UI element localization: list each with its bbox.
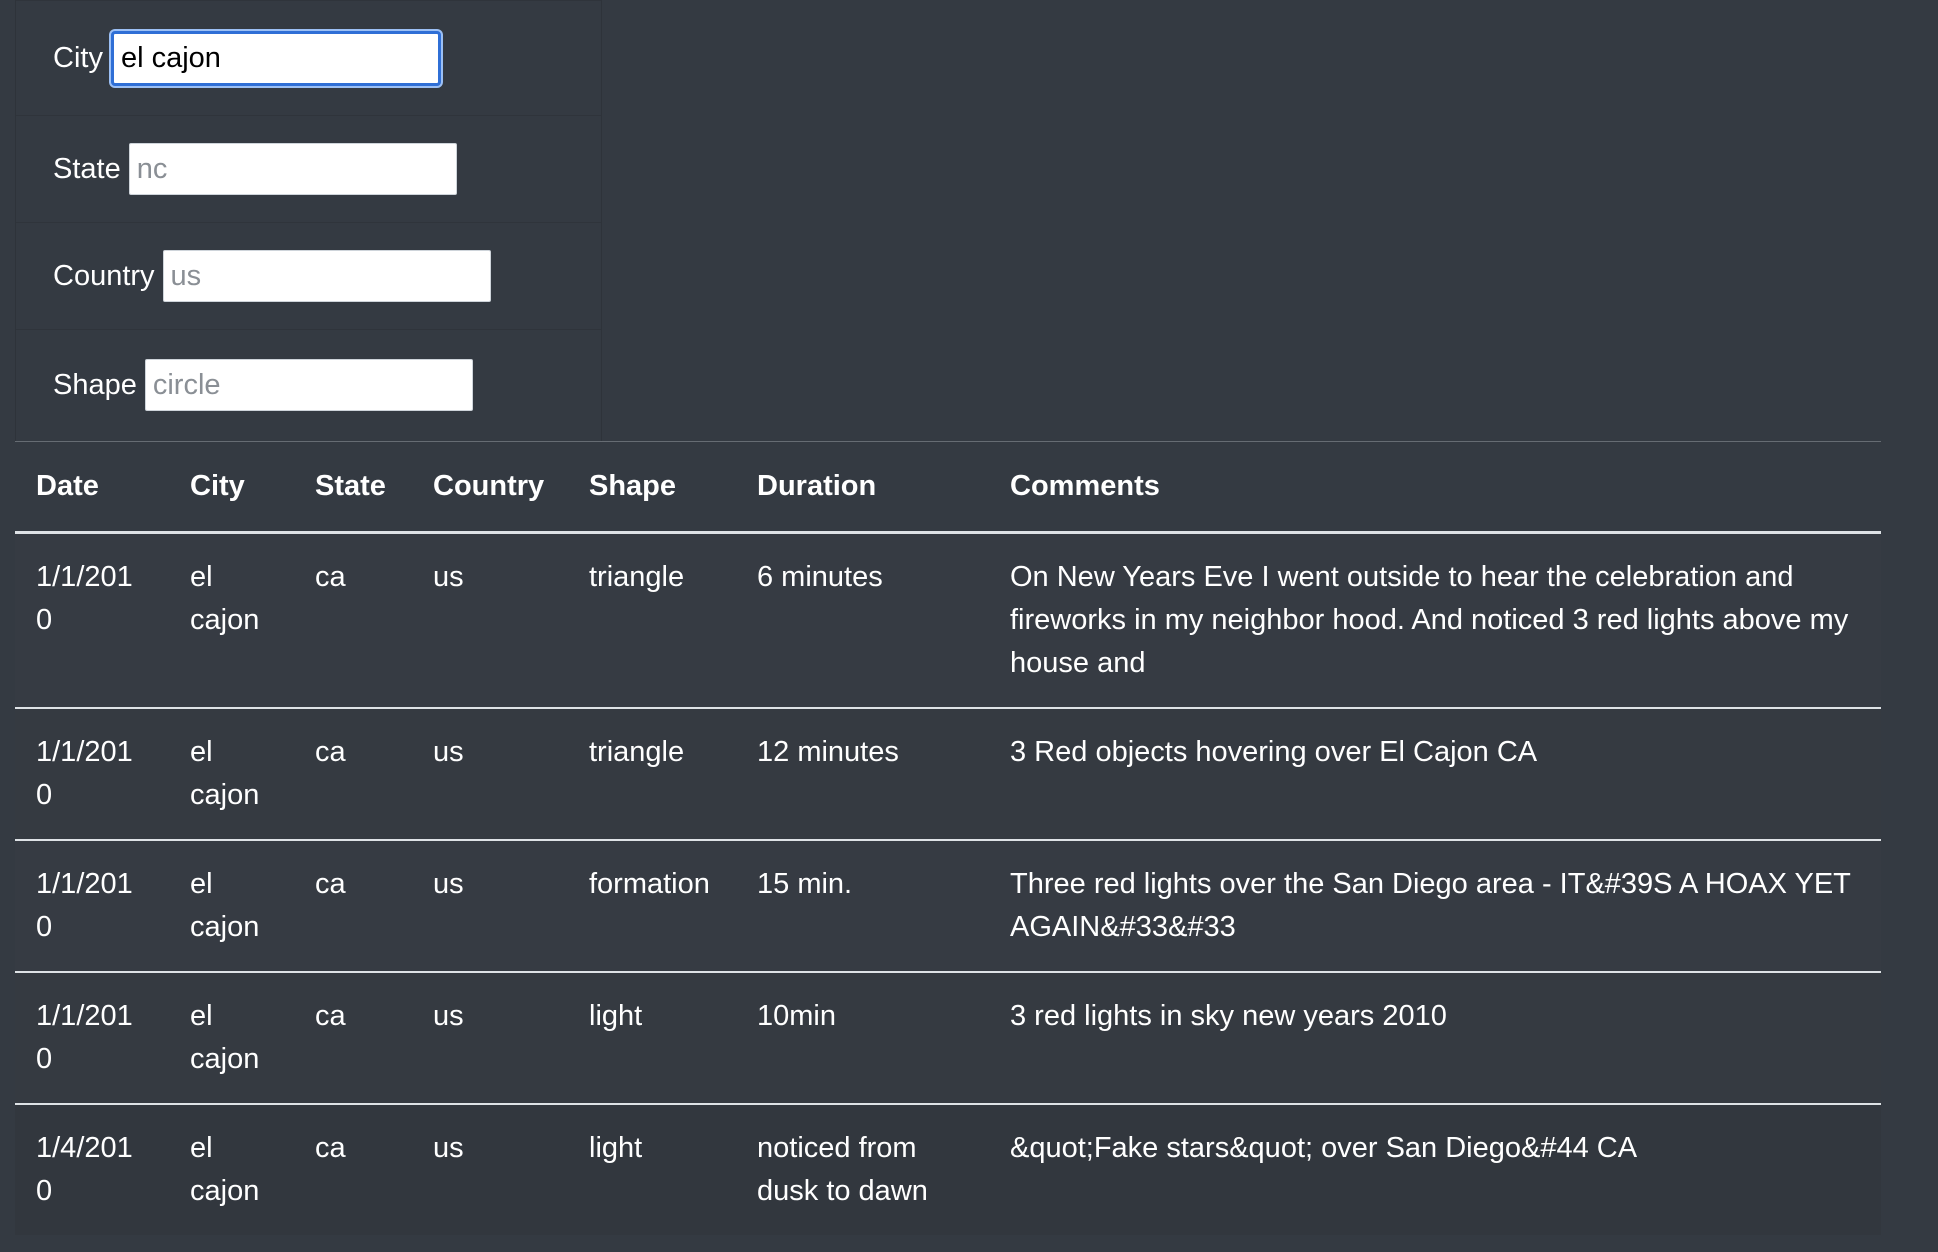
table-header-row: Date City State Country Shape Duration C… bbox=[15, 441, 1881, 534]
header-date: Date bbox=[15, 441, 169, 534]
filter-row-state: State bbox=[16, 116, 601, 223]
cell-shape: formation bbox=[568, 840, 736, 973]
cell-state: ca bbox=[294, 1104, 412, 1235]
table-row: 1/1/2010 el cajon ca us triangle 6 minut… bbox=[15, 532, 1881, 709]
cell-city: el cajon bbox=[169, 840, 294, 973]
table-row: 1/1/2010 el cajon ca us triangle 12 minu… bbox=[15, 708, 1881, 841]
header-duration: Duration bbox=[736, 441, 989, 534]
header-state: State bbox=[294, 441, 412, 534]
state-input[interactable] bbox=[128, 143, 457, 195]
cell-comments: On New Years Eve I went outside to hear … bbox=[989, 532, 1881, 709]
filter-row-city: City bbox=[16, 0, 601, 116]
sightings-table-container: Date City State Country Shape Duration C… bbox=[15, 441, 1881, 1235]
cell-duration: noticed from dusk to dawn bbox=[736, 1104, 989, 1235]
filter-panel: City State Country Shape bbox=[15, 0, 602, 442]
cell-country: us bbox=[412, 1104, 568, 1235]
filter-row-shape: Shape bbox=[16, 330, 601, 440]
cell-duration: 10min bbox=[736, 972, 989, 1105]
shape-label: Shape bbox=[53, 368, 137, 401]
cell-comments: 3 Red objects hovering over El Cajon CA bbox=[989, 708, 1881, 841]
cell-country: us bbox=[412, 532, 568, 709]
country-input[interactable] bbox=[162, 250, 491, 302]
cell-duration: 15 min. bbox=[736, 840, 989, 973]
cell-city: el cajon bbox=[169, 972, 294, 1105]
country-label: Country bbox=[53, 259, 155, 292]
table-row: 1/1/2010 el cajon ca us formation 15 min… bbox=[15, 840, 1881, 973]
filter-row-country: Country bbox=[16, 223, 601, 330]
header-country: Country bbox=[412, 441, 568, 534]
city-input[interactable] bbox=[110, 30, 441, 86]
cell-shape: triangle bbox=[568, 532, 736, 709]
cell-duration: 12 minutes bbox=[736, 708, 989, 841]
header-city: City bbox=[169, 441, 294, 534]
cell-date: 1/1/2010 bbox=[15, 532, 169, 709]
cell-state: ca bbox=[294, 708, 412, 841]
cell-state: ca bbox=[294, 972, 412, 1105]
cell-shape: triangle bbox=[568, 708, 736, 841]
cell-state: ca bbox=[294, 532, 412, 709]
cell-date: 1/1/2010 bbox=[15, 840, 169, 973]
cell-date: 1/1/2010 bbox=[15, 708, 169, 841]
city-label: City bbox=[53, 41, 103, 74]
cell-duration: 6 minutes bbox=[736, 532, 989, 709]
cell-country: us bbox=[412, 840, 568, 973]
cell-date: 1/4/2010 bbox=[15, 1104, 169, 1235]
cell-comments: 3 red lights in sky new years 2010 bbox=[989, 972, 1881, 1105]
cell-shape: light bbox=[568, 1104, 736, 1235]
cell-city: el cajon bbox=[169, 532, 294, 709]
cell-shape: light bbox=[568, 972, 736, 1105]
cell-comments: Three red lights over the San Diego area… bbox=[989, 840, 1881, 973]
cell-comments: &quot;Fake stars&quot; over San Diego&#4… bbox=[989, 1104, 1881, 1235]
cell-city: el cajon bbox=[169, 1104, 294, 1235]
table-row: 1/4/2010 el cajon ca us light noticed fr… bbox=[15, 1104, 1881, 1235]
sightings-table: Date City State Country Shape Duration C… bbox=[15, 441, 1881, 1235]
shape-input[interactable] bbox=[144, 359, 473, 411]
state-label: State bbox=[53, 152, 121, 185]
cell-country: us bbox=[412, 708, 568, 841]
cell-state: ca bbox=[294, 840, 412, 973]
cell-date: 1/1/2010 bbox=[15, 972, 169, 1105]
header-comments: Comments bbox=[989, 441, 1881, 534]
cell-city: el cajon bbox=[169, 708, 294, 841]
table-row: 1/1/2010 el cajon ca us light 10min 3 re… bbox=[15, 972, 1881, 1105]
cell-country: us bbox=[412, 972, 568, 1105]
header-shape: Shape bbox=[568, 441, 736, 534]
